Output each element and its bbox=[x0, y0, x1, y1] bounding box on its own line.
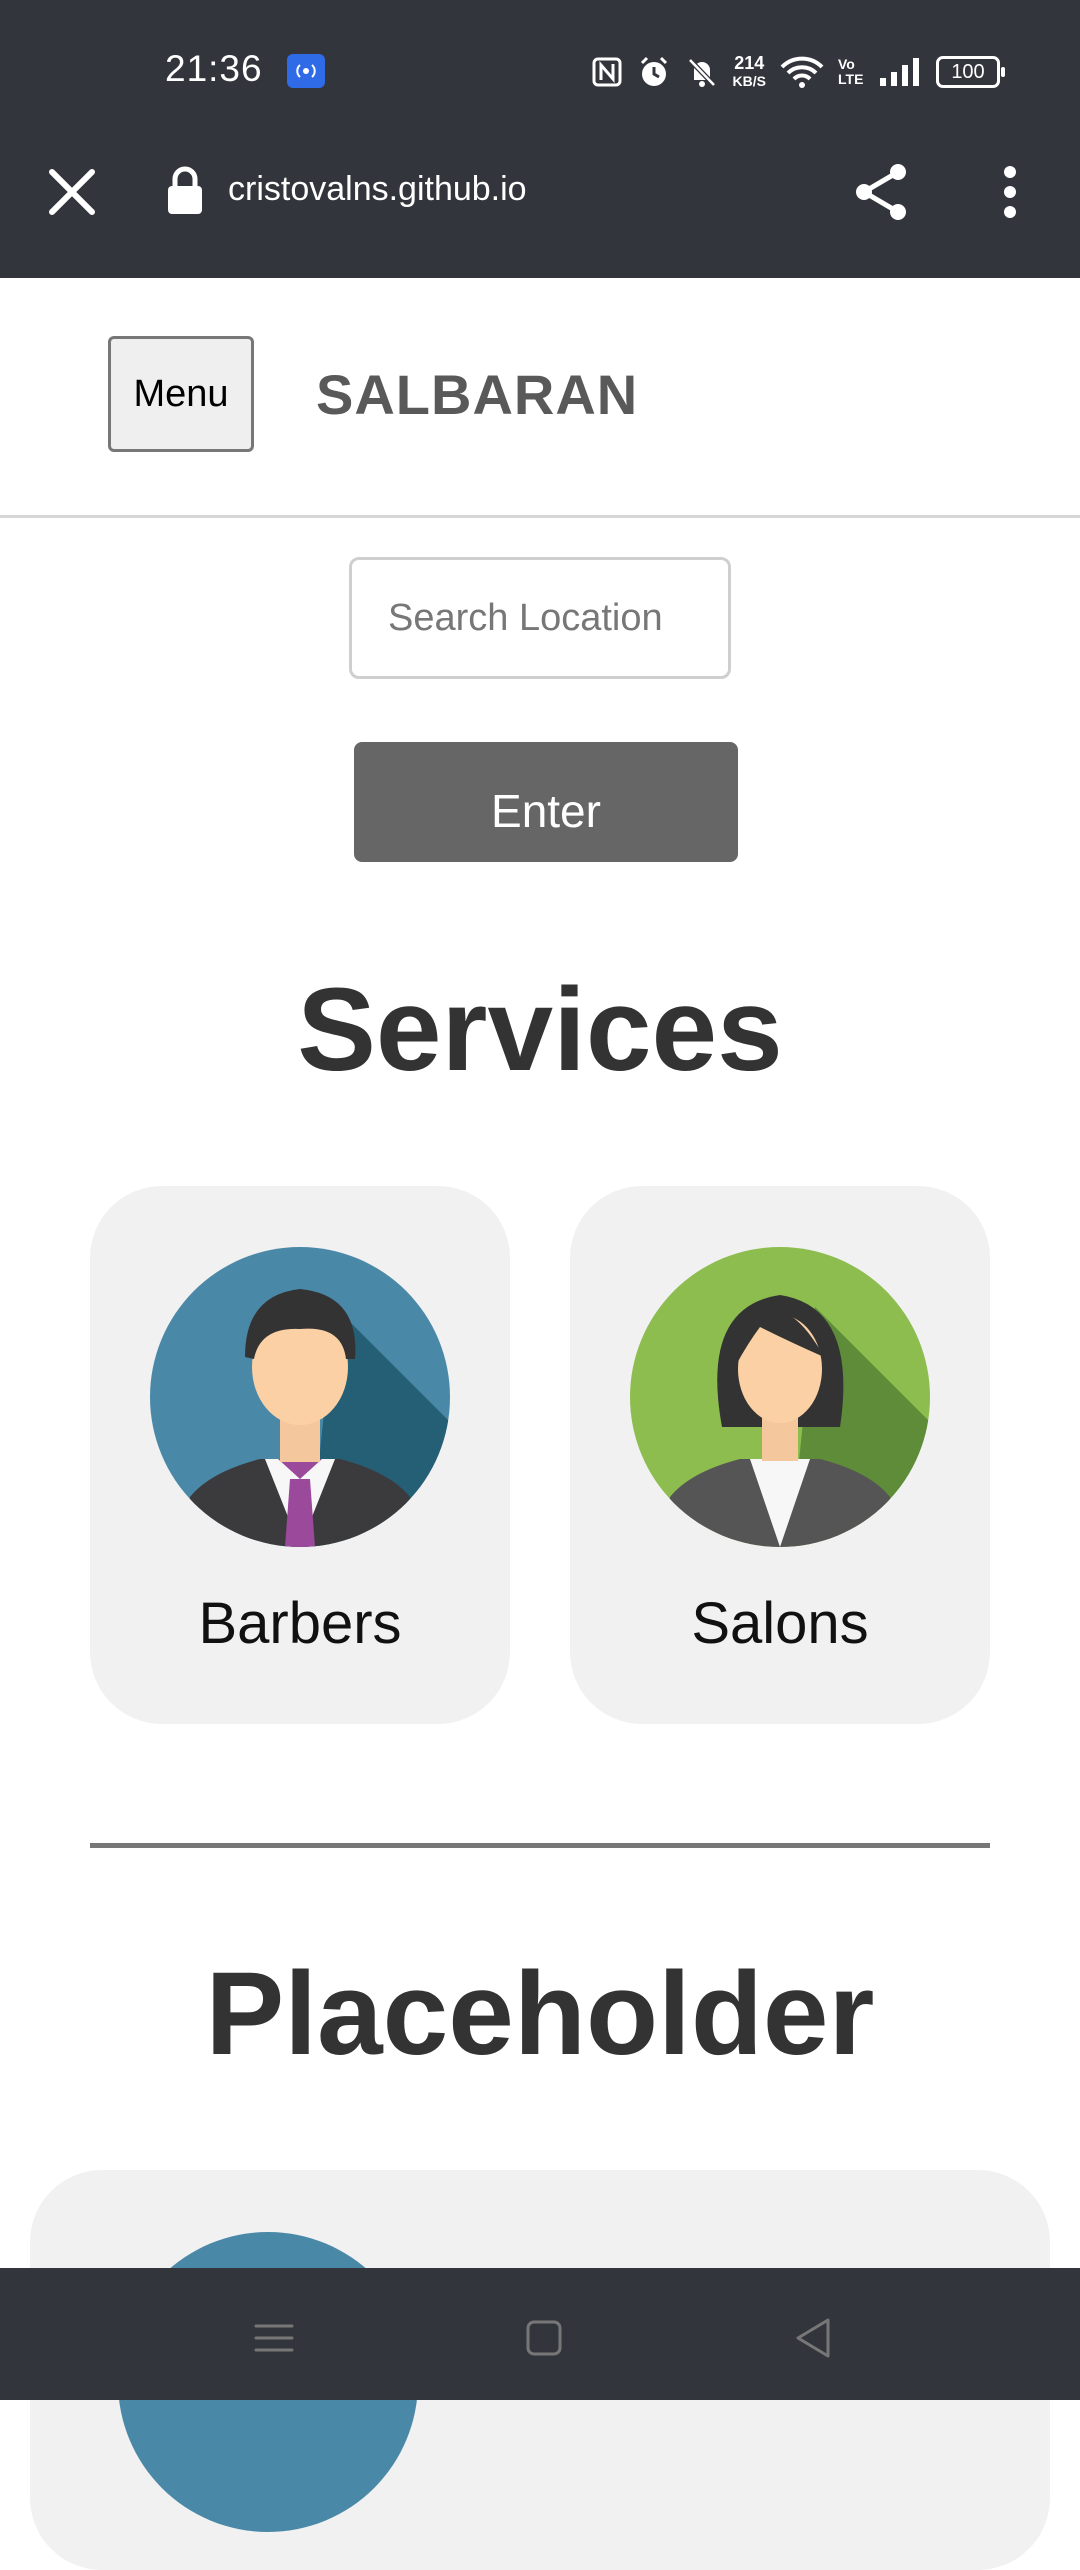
net-speed-unit: KB/S bbox=[732, 73, 766, 89]
site-header: Menu SALBARAN bbox=[0, 278, 1080, 518]
signal-icon bbox=[880, 58, 919, 86]
net-speed-value: 214 bbox=[734, 53, 765, 73]
barber-avatar-icon bbox=[150, 1247, 450, 1547]
share-icon bbox=[856, 164, 906, 220]
battery-indicator: 100 bbox=[936, 56, 1005, 88]
volte-icon: Vo LTE bbox=[838, 56, 864, 87]
back-icon[interactable] bbox=[784, 2308, 844, 2368]
more-vertical-icon bbox=[1004, 166, 1016, 218]
menu-button[interactable]: Menu bbox=[108, 336, 254, 452]
status-time: 21:36 bbox=[165, 48, 263, 89]
close-tab-button[interactable] bbox=[40, 160, 104, 224]
recent-apps-icon[interactable] bbox=[244, 2308, 304, 2368]
status-icons: 214 KB/S Vo LTE 100 bbox=[591, 48, 1005, 96]
wifi-icon bbox=[780, 56, 824, 88]
enter-button[interactable]: Enter bbox=[354, 742, 738, 862]
services-title: Services bbox=[297, 964, 783, 1096]
service-card-label: Salons bbox=[691, 1591, 869, 1656]
brand-title: SALBARAN bbox=[316, 363, 639, 426]
hotspot-icon bbox=[287, 54, 325, 88]
nfc-icon bbox=[592, 57, 622, 87]
system-nav-bar bbox=[0, 2268, 1080, 2400]
close-icon bbox=[49, 169, 95, 215]
section-divider bbox=[90, 1843, 990, 1848]
battery-level: 100 bbox=[951, 60, 985, 83]
alarm-icon bbox=[640, 56, 667, 86]
salon-avatar-icon bbox=[630, 1247, 930, 1547]
browser-chrome: 21:36 214 KB/S Vo LTE 100 cristovalns.gi… bbox=[0, 0, 1080, 278]
more-options-button[interactable] bbox=[990, 158, 1030, 226]
url-text[interactable]: cristovalns.github.io bbox=[228, 170, 527, 209]
search-location-input[interactable] bbox=[349, 557, 731, 679]
home-icon[interactable] bbox=[514, 2308, 574, 2368]
share-button[interactable] bbox=[848, 158, 916, 226]
service-card-barbers[interactable]: Barbers bbox=[90, 1186, 510, 1724]
net-speed: 214 KB/S bbox=[733, 54, 766, 90]
placeholder-title: Placeholder bbox=[205, 1948, 875, 2080]
bell-muted-icon bbox=[687, 58, 716, 87]
service-card-salons[interactable]: Salons bbox=[570, 1186, 990, 1724]
lock-icon bbox=[168, 166, 202, 214]
url-bar: cristovalns.github.io bbox=[0, 150, 1080, 234]
service-card-label: Barbers bbox=[198, 1591, 402, 1656]
